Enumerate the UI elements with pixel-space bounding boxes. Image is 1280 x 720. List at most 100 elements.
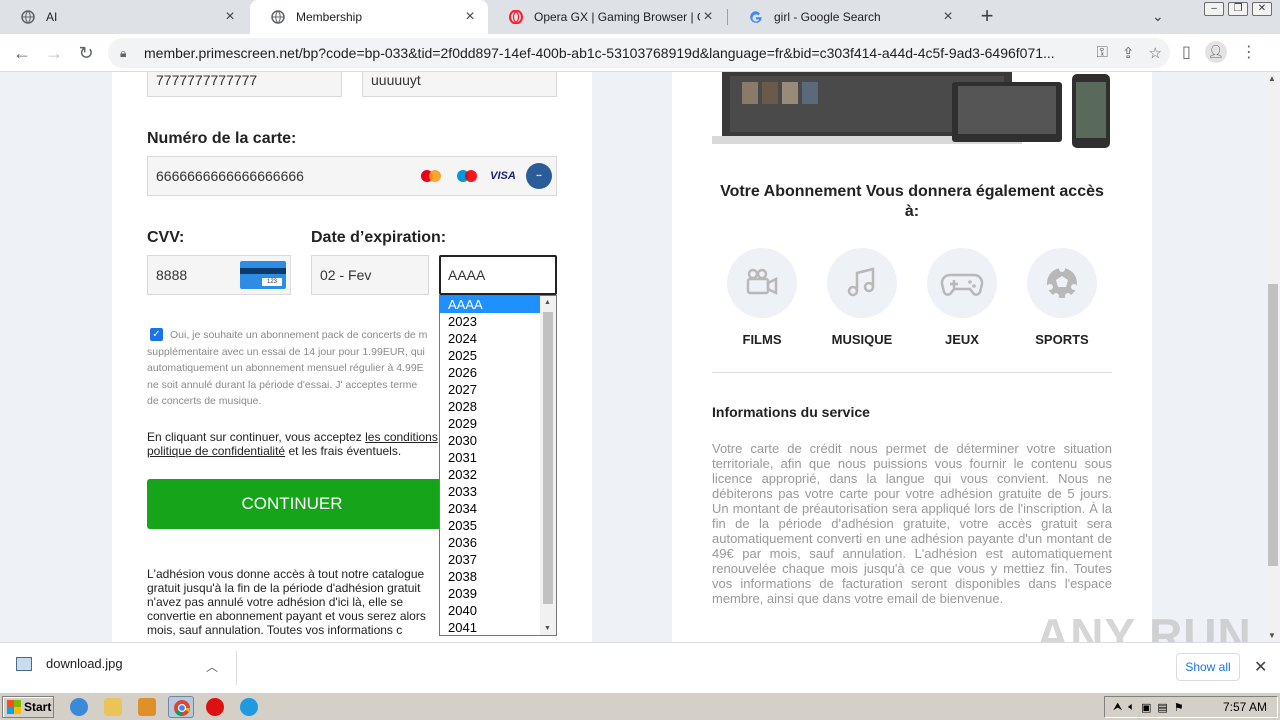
year-option[interactable]: 2035 [440,517,540,534]
volume-icon[interactable]: 🔈︎ [1128,701,1135,714]
download-shelf: download.jpg ︿ Show all ✕ [0,642,1280,692]
year-option[interactable]: 2025 [440,347,540,364]
expiry-month-select[interactable]: 02 - Fev [311,255,429,295]
year-option[interactable]: 2037 [440,551,540,568]
chrome-taskbar-button[interactable] [168,696,194,718]
top-field-1[interactable]: 7777777777777 [147,72,342,97]
url-text: member.primescreen.net/bp?code=bp-033&ti… [144,45,1055,61]
year-option[interactable]: 2033 [440,483,540,500]
top-field-2[interactable]: uuuuuyt [362,72,557,97]
year-option[interactable]: 2023 [440,313,540,330]
year-option[interactable]: 2041 [440,619,540,635]
cvv-input[interactable]: 8888 123 [147,255,291,295]
opera-icon [508,9,524,25]
media-player-icon[interactable] [138,698,156,716]
show-all-button[interactable]: Show all [1176,653,1240,681]
ie-icon[interactable] [70,698,88,716]
service-info-title: Informations du service [712,404,870,420]
tab-search-chevron-icon[interactable]: ⌄ [1152,8,1164,25]
download-filename: download.jpg [46,656,123,671]
restore-button[interactable]: ❐ [1228,2,1248,16]
profile-avatar[interactable]: 👤︎ [1204,41,1227,63]
feature-films: FILMS [722,248,802,347]
year-option[interactable]: 2027 [440,381,540,398]
year-option[interactable]: 2036 [440,534,540,551]
tray-up-icon[interactable]: ⮝ [1113,701,1122,714]
video-camera-icon [727,248,797,318]
close-icon[interactable]: ✕ [1254,657,1267,677]
opera-taskbar-icon[interactable] [206,698,224,716]
year-option[interactable]: AAAA [440,296,540,313]
feature-musique: MUSIQUE [822,248,902,347]
close-icon[interactable]: × [940,8,956,26]
privacy-link[interactable]: politique de confidentialité [147,444,285,458]
year-option[interactable]: 2038 [440,568,540,585]
close-icon[interactable]: × [222,8,238,26]
reload-icon[interactable]: ↻ [74,41,98,65]
menu-kebab-icon[interactable]: ⋮ [1241,42,1257,62]
tab-membership[interactable]: Membership × [250,0,488,34]
terms-link[interactable]: les conditions [365,430,438,444]
close-window-button[interactable]: ✕ [1252,2,1272,16]
scroll-down-icon[interactable]: ▼ [1268,631,1276,640]
key-icon[interactable]: ⚿ [1097,44,1108,62]
share-icon[interactable]: ⇪ [1122,44,1135,62]
scroll-down-icon[interactable]: ▼ [544,625,551,632]
year-option[interactable]: 2026 [440,364,540,381]
tab-opera[interactable]: Opera GX | Gaming Browser | Opera × [488,0,726,34]
minimize-button[interactable]: – [1204,2,1224,16]
dropdown-scrollbar[interactable]: ▲ ▼ [540,296,556,635]
edge-icon[interactable] [240,698,258,716]
adhesion-line: mois, sauf annulation. Toutes vos inform… [147,623,403,637]
year-option[interactable]: 2039 [440,585,540,602]
year-option[interactable]: 2034 [440,500,540,517]
terms-suffix: et les frais éventuels. [285,444,402,458]
tab-google[interactable]: girl - Google Search × [728,0,966,34]
year-option[interactable]: 2031 [440,449,540,466]
card-number-input[interactable]: 6666666666666666666 VISA ▪▪▪ [147,156,557,196]
devices-image [712,72,1110,148]
year-option[interactable]: 2040 [440,602,540,619]
tab-label: AI [46,10,58,24]
chevron-up-icon[interactable]: ︿ [206,658,218,675]
year-option[interactable]: 2030 [440,432,540,449]
consent-line: Oui, je souhaite un abonnement pack de c… [170,329,428,341]
back-arrow-icon[interactable]: ← [10,41,34,65]
globe-icon [20,9,36,25]
cvv-label: CVV: [147,229,185,246]
scroll-up-icon[interactable]: ▲ [544,299,551,306]
year-option[interactable]: 2028 [440,398,540,415]
new-tab-button[interactable]: + [976,5,998,29]
page-scrollbar[interactable]: ▲ ▼ [1266,72,1280,642]
window-controls: – ❐ ✕ [1204,2,1272,16]
expiry-year-select[interactable]: AAAA [439,255,557,295]
flag-icon[interactable]: ⚑ [1174,701,1184,714]
year-option[interactable]: 2024 [440,330,540,347]
card-number-value: 6666666666666666666 [156,168,304,184]
year-dropdown-list[interactable]: AAAA 2023 2024 2025 2026 2027 2028 2029 2030 2031… [439,295,557,636]
year-option[interactable]: 2029 [440,415,540,432]
folder-icon[interactable] [104,698,122,716]
forward-arrow-icon[interactable]: → [42,41,66,65]
year-option[interactable]: 2032 [440,466,540,483]
divider [712,372,1112,373]
mastercard-icon [418,168,444,184]
side-panel-icon[interactable]: ▯ [1182,42,1191,62]
tab-ai[interactable]: AI × [0,0,248,34]
close-icon[interactable]: × [700,8,716,26]
expiry-label: Date d’expiration: [311,229,447,246]
scroll-up-icon[interactable]: ▲ [1268,74,1276,83]
page-scroll-thumb[interactable] [1268,284,1278,566]
star-icon[interactable]: ☆ [1149,44,1162,62]
display-icon[interactable]: ▤ [1157,701,1167,714]
tab-label: girl - Google Search [774,10,881,24]
download-item[interactable]: download.jpg [16,656,123,671]
scroll-thumb[interactable] [543,312,553,604]
windows-flag-icon [7,700,21,714]
close-icon[interactable]: × [462,8,478,26]
start-button[interactable]: Start [2,696,54,718]
service-info-text: Votre carte de crédit nous permet de dét… [712,441,1112,606]
network-icon[interactable]: ▣ [1141,701,1151,714]
address-bar[interactable]: 🔒︎ member.primescreen.net/bp?code=bp-033… [108,38,1170,68]
cvv-card-icon: 123 [240,261,286,289]
